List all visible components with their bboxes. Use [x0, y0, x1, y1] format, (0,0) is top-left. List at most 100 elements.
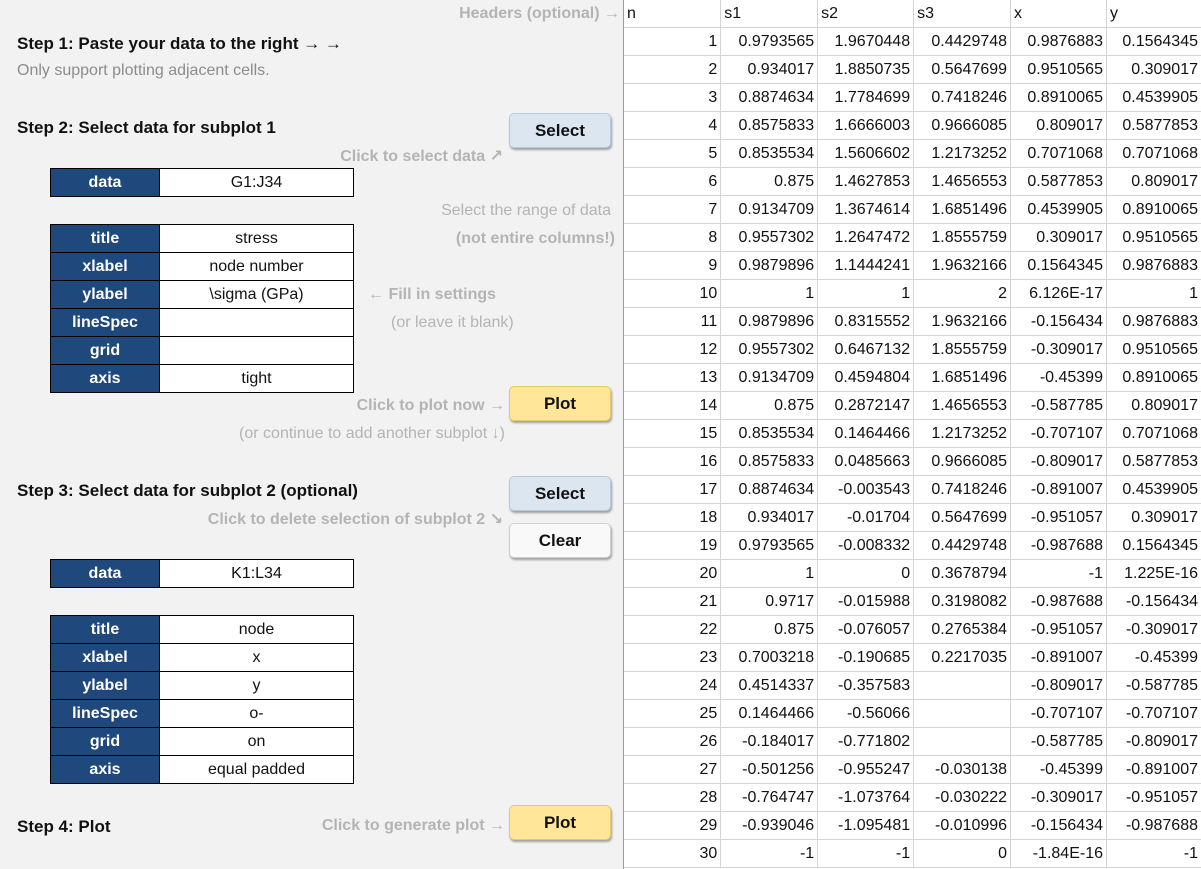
setting-value[interactable]: stress: [159, 224, 354, 253]
data-cell[interactable]: 1.6666003: [817, 111, 915, 140]
data-cell[interactable]: 26: [624, 727, 722, 756]
data-cell[interactable]: 1.1444241: [817, 251, 915, 280]
data-cell[interactable]: 0.8535534: [720, 419, 819, 448]
data-cell[interactable]: -0.003543: [817, 475, 915, 504]
data-cell[interactable]: 1: [720, 559, 819, 588]
clear-button[interactable]: Clear: [509, 523, 611, 558]
data-cell[interactable]: 0.4539905: [1106, 475, 1201, 504]
data-cell[interactable]: 1.2173252: [913, 139, 1012, 168]
data-cell[interactable]: -0.156434: [1010, 811, 1107, 840]
data-cell[interactable]: -0.357583: [817, 671, 915, 700]
data-cell[interactable]: -0.587785: [1010, 727, 1107, 756]
data-cell[interactable]: 0.6467132: [817, 335, 915, 364]
data-cell[interactable]: -1.073764: [817, 783, 915, 812]
data-cell[interactable]: 0.9666085: [913, 111, 1012, 140]
data-cell[interactable]: 0.809017: [1106, 391, 1201, 420]
data-cell[interactable]: -0.010996: [913, 811, 1012, 840]
data-cell[interactable]: 0.7071068: [1010, 139, 1107, 168]
data-cell[interactable]: 1.4627853: [817, 167, 915, 196]
data-cell[interactable]: 0.8910065: [1106, 195, 1201, 224]
setting-value[interactable]: [159, 336, 354, 365]
data-cell[interactable]: 6.126E-17: [1010, 279, 1107, 308]
data-cell[interactable]: 19: [624, 531, 722, 560]
data-cell[interactable]: 0.7071068: [1106, 139, 1201, 168]
data-cell[interactable]: -0.771802: [817, 727, 915, 756]
data-cell[interactable]: 0.9717: [720, 587, 819, 616]
data-cell[interactable]: 0.9557302: [720, 335, 819, 364]
data-cell[interactable]: 10: [624, 279, 722, 308]
select-subplot1-button[interactable]: Select: [509, 113, 611, 148]
data-cell[interactable]: -1.095481: [817, 811, 915, 840]
data-cell[interactable]: 1.5606602: [817, 139, 915, 168]
data-cell[interactable]: 1: [817, 279, 915, 308]
data-cell[interactable]: 0.1564345: [1106, 531, 1201, 560]
data-cell[interactable]: 0.309017: [1010, 223, 1107, 252]
data-cell[interactable]: 1.2647472: [817, 223, 915, 252]
data-cell[interactable]: 0.875: [720, 615, 819, 644]
data-cell[interactable]: 3: [624, 83, 722, 112]
data-cell[interactable]: -0.156434: [1106, 587, 1201, 616]
data-cell[interactable]: -0.45399: [1010, 755, 1107, 784]
data-cell[interactable]: 17: [624, 475, 722, 504]
setting-value[interactable]: node number: [159, 252, 354, 281]
data-cell[interactable]: -0.707107: [1106, 699, 1201, 728]
data-cell[interactable]: 0.4429748: [913, 531, 1012, 560]
data-cell[interactable]: 0.7418246: [913, 83, 1012, 112]
data-cell[interactable]: -0.809017: [1010, 447, 1107, 476]
data-cell[interactable]: 11: [624, 307, 722, 336]
data-cell[interactable]: 0.8874634: [720, 475, 819, 504]
data-cell[interactable]: 5: [624, 139, 722, 168]
data-cell[interactable]: [913, 727, 1012, 756]
data-cell[interactable]: -0.45399: [1010, 363, 1107, 392]
data-cell[interactable]: 25: [624, 699, 722, 728]
data-cell[interactable]: 18: [624, 503, 722, 532]
data-cell[interactable]: 0.875: [720, 167, 819, 196]
data-cell[interactable]: 1.8555759: [913, 335, 1012, 364]
data-cell[interactable]: 1.2173252: [913, 419, 1012, 448]
data-cell[interactable]: 1: [1106, 279, 1201, 308]
data-cell[interactable]: 22: [624, 615, 722, 644]
data-cell[interactable]: 0.8575833: [720, 111, 819, 140]
data-cell[interactable]: 0.8575833: [720, 447, 819, 476]
data-cell[interactable]: 0.9134709: [720, 363, 819, 392]
data-cell[interactable]: 0.7071068: [1106, 419, 1201, 448]
setting-value[interactable]: \sigma (GPa): [159, 280, 354, 309]
data-cell[interactable]: -0.707107: [1010, 419, 1107, 448]
data-cell[interactable]: 21: [624, 587, 722, 616]
data-cell[interactable]: 0.309017: [1106, 503, 1201, 532]
data-cell[interactable]: 1.9632166: [913, 251, 1012, 280]
data-cell[interactable]: 0.1564345: [1106, 27, 1201, 56]
data-cell[interactable]: -0.587785: [1106, 671, 1201, 700]
setting-value[interactable]: node: [159, 615, 354, 644]
data-cell[interactable]: -0.987688: [1106, 811, 1201, 840]
data-cell[interactable]: 0.4539905: [1106, 83, 1201, 112]
data-cell[interactable]: -0.891007: [1106, 755, 1201, 784]
data-cell[interactable]: 0.809017: [1010, 111, 1107, 140]
data-cell[interactable]: -1: [1106, 839, 1201, 868]
data-cell[interactable]: 1.3674614: [817, 195, 915, 224]
data-cell[interactable]: 12: [624, 335, 722, 364]
data-cell[interactable]: 0.5877853: [1010, 167, 1107, 196]
data-cell[interactable]: 1.9632166: [913, 307, 1012, 336]
data-cell[interactable]: 1.225E-16: [1106, 559, 1201, 588]
data-cell[interactable]: 0.9666085: [913, 447, 1012, 476]
data-cell[interactable]: 16: [624, 447, 722, 476]
data-cell[interactable]: -0.955247: [817, 755, 915, 784]
data-cell[interactable]: -0.987688: [1010, 531, 1107, 560]
data-cell[interactable]: 0: [913, 839, 1012, 868]
data-cell[interactable]: 0: [817, 559, 915, 588]
data-cell[interactable]: [913, 671, 1012, 700]
data-cell[interactable]: 0.2765384: [913, 615, 1012, 644]
data-cell[interactable]: -0.587785: [1010, 391, 1107, 420]
data-cell[interactable]: 0.9134709: [720, 195, 819, 224]
data-cell[interactable]: -0.030222: [913, 783, 1012, 812]
data-cell[interactable]: 27: [624, 755, 722, 784]
data-cell[interactable]: 1.4656553: [913, 167, 1012, 196]
data-cell[interactable]: 9: [624, 251, 722, 280]
data-cell[interactable]: 0.1464466: [817, 419, 915, 448]
data-cell[interactable]: 15: [624, 419, 722, 448]
data-cell[interactable]: 30: [624, 839, 722, 868]
spreadsheet-grid[interactable]: n s1 s2 s3 x y 1 0.9793565 1.9670448 0.4429748 0.9…: [623, 0, 1201, 869]
data-cell[interactable]: 2: [913, 279, 1012, 308]
data-cell[interactable]: 0.9879896: [720, 251, 819, 280]
